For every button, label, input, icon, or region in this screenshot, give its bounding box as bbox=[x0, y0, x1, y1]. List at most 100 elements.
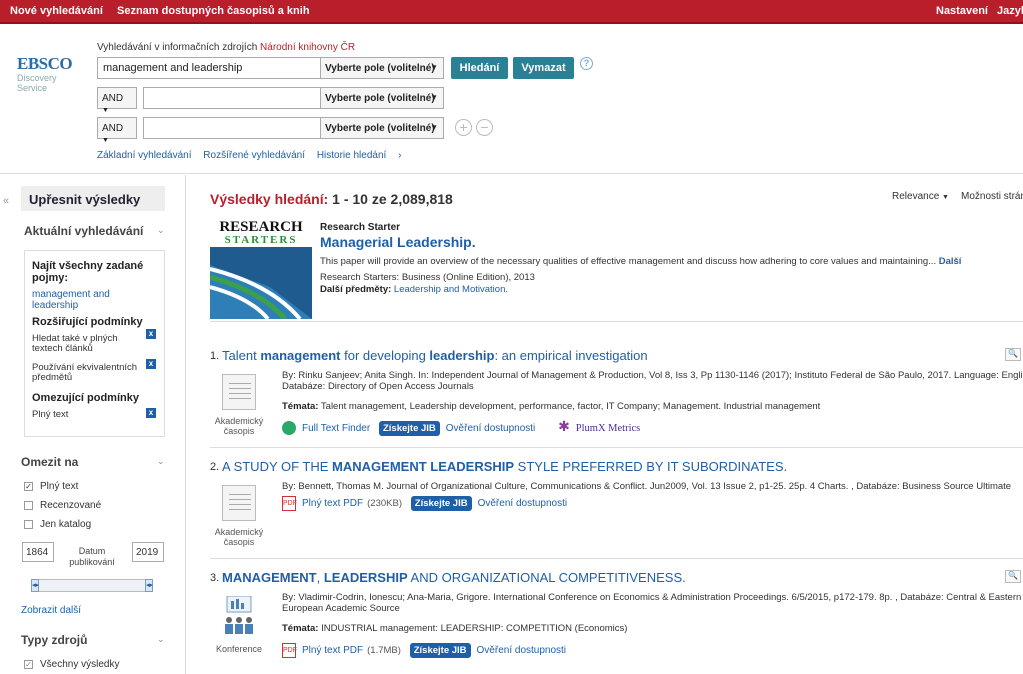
field-select-3[interactable]: Vyberte pole (volitelné) ▼ bbox=[320, 117, 444, 139]
result-title-link[interactable]: Talent management for developing leaders… bbox=[222, 348, 648, 363]
jib-button[interactable]: Získejte JIB bbox=[409, 643, 471, 659]
more-link[interactable]: Další bbox=[939, 256, 962, 267]
add-row-icon[interactable]: + bbox=[455, 119, 472, 136]
availability-link[interactable]: Ověření dostupnosti bbox=[446, 423, 536, 434]
sort-label: Relevance bbox=[892, 191, 940, 202]
jib-button[interactable]: Získejte JIB bbox=[378, 421, 440, 436]
chevron-down-icon[interactable]: ⌄ bbox=[157, 225, 165, 236]
jib-button[interactable]: Získejte JIB bbox=[410, 496, 472, 512]
show-more-link[interactable]: Zobrazit další bbox=[21, 605, 81, 616]
basic-search-link[interactable]: Základní vyhledávání bbox=[97, 150, 192, 161]
remove-expander-icon[interactable]: x bbox=[146, 329, 156, 339]
research-starter-title[interactable]: Managerial Leadership. bbox=[320, 234, 476, 250]
source-types-heading[interactable]: Typy zdrojů bbox=[21, 633, 87, 647]
result-title-link[interactable]: MANAGEMENT, LEADERSHIP AND ORGANIZATIONA… bbox=[222, 570, 686, 585]
subjects-label: Další předměty: bbox=[320, 284, 392, 295]
field-select-1[interactable]: Vyberte pole (volitelné) ▼ bbox=[320, 57, 444, 79]
ebsco-logo[interactable]: EBSCO Discovery Service bbox=[17, 54, 87, 93]
date-range-slider[interactable]: ◂▸ ◂▸ bbox=[31, 579, 153, 592]
fulltext-checkbox[interactable]: ✓ bbox=[24, 482, 33, 491]
title-part: Talent bbox=[222, 348, 261, 363]
sort-relevance-dropdown[interactable]: Relevance ▼ bbox=[892, 191, 949, 202]
result-title-link[interactable]: A STUDY OF THE MANAGEMENT LEADERSHIP STY… bbox=[222, 459, 787, 474]
slider-handle-left[interactable]: ◂▸ bbox=[31, 579, 39, 592]
preview-icon[interactable]: 🔍 bbox=[1005, 570, 1021, 583]
full-text-finder-link[interactable]: Full Text Finder bbox=[302, 423, 370, 434]
research-starters-image[interactable]: RESEARCH STARTERS bbox=[210, 217, 312, 319]
citation-line: By: Rinku Sanjeev; Anita Singh. In: Inde… bbox=[282, 370, 1023, 381]
caret-down-icon: ▼ bbox=[102, 137, 109, 144]
search-term-link[interactable]: management and leadership bbox=[32, 289, 157, 311]
journals-list-link[interactable]: Seznam dostupných časopisů a knih bbox=[117, 5, 310, 17]
boolean-select-3[interactable]: AND ▼ bbox=[97, 117, 137, 144]
search-panel: EBSCO Discovery Service Vyhledávání v in… bbox=[0, 26, 1023, 174]
advanced-search-link[interactable]: Rozšířené vyhledávání bbox=[203, 150, 305, 161]
source-prefix: Vyhledávání v informačních zdrojích bbox=[97, 42, 258, 53]
search-history-link[interactable]: Historie hledání › bbox=[317, 150, 402, 161]
plumx-metrics-link[interactable]: PlumX Metrics bbox=[576, 423, 640, 434]
search-button[interactable]: Hledání bbox=[451, 57, 508, 79]
settings-link[interactable]: Nastavení bbox=[936, 5, 988, 17]
result-subjects: Témata: INDUSTRIAL management: LEADERSHI… bbox=[282, 623, 627, 634]
page-options-dropdown[interactable]: Možnosti strán bbox=[961, 191, 1023, 202]
boolean-label: AND bbox=[102, 93, 124, 104]
title-part: MANAGEMENT bbox=[222, 570, 317, 585]
result-actions: PDF Plný text PDF (230KB) Získejte JIB Ověř… bbox=[282, 496, 573, 512]
field-select-2[interactable]: Vyberte pole (volitelné) ▼ bbox=[320, 87, 444, 109]
file-size: (1.7MB) bbox=[367, 645, 401, 657]
new-search-link[interactable]: Nové vyhledávání bbox=[10, 5, 103, 17]
research-starter-label: Research Starter bbox=[320, 222, 401, 233]
search-input-1[interactable]: management and leadership bbox=[97, 57, 321, 79]
academic-journal-icon: Akademický časopis bbox=[210, 485, 268, 547]
year-to-input[interactable]: 2019 bbox=[132, 542, 164, 562]
help-icon[interactable]: ? bbox=[580, 57, 593, 70]
research-starter: RESEARCH STARTERS Research Starter Manag… bbox=[210, 215, 1023, 322]
current-search-heading[interactable]: Aktuální vyhledávání bbox=[24, 224, 143, 238]
all-results-checkbox[interactable]: ✓ bbox=[24, 660, 33, 669]
pdf-fulltext-link[interactable]: Plný text PDF bbox=[302, 498, 363, 509]
remove-expander-icon[interactable]: x bbox=[146, 359, 156, 369]
language-link[interactable]: Jazyk bbox=[997, 5, 1023, 17]
availability-link[interactable]: Ověření dostupnosti bbox=[478, 498, 568, 509]
subjects-text[interactable]: INDUSTRIAL management: LEADERSHIP: COMPE… bbox=[321, 623, 627, 634]
availability-link[interactable]: Ověření dostupnosti bbox=[477, 645, 567, 656]
pdf-fulltext-link[interactable]: Plný text PDF bbox=[302, 645, 363, 656]
current-search-box: Najít všechny zadané pojmy: management a… bbox=[24, 250, 165, 437]
result-item: 3. MANAGEMENT, LEADERSHIP AND ORGANIZATI… bbox=[210, 570, 1023, 674]
limit-to-heading[interactable]: Omezit na bbox=[21, 455, 78, 469]
peer-reviewed-label: Recenzované bbox=[40, 500, 102, 511]
search-input-3[interactable] bbox=[143, 117, 321, 139]
subjects-text[interactable]: Talent management, Leadership developmen… bbox=[321, 401, 820, 412]
caret-down-icon: ▼ bbox=[430, 63, 438, 72]
starter-img-line1: RESEARCH bbox=[219, 219, 303, 235]
title-part: , bbox=[316, 570, 324, 585]
chevron-down-icon[interactable]: ⌄ bbox=[157, 456, 165, 467]
field-select-label: Vyberte pole (volitelné) bbox=[325, 93, 435, 104]
caret-down-icon: ▼ bbox=[430, 93, 438, 102]
preview-icon[interactable]: 🔍 bbox=[1005, 348, 1021, 361]
peer-reviewed-checkbox[interactable] bbox=[24, 501, 33, 510]
search-history-label: Historie hledání bbox=[316, 150, 387, 161]
collapse-sidebar-icon[interactable]: « bbox=[3, 195, 9, 207]
limiter-fulltext: Plný text bbox=[32, 409, 69, 420]
logo-subtext: Discovery Service bbox=[17, 73, 57, 93]
citation-line: Databáze: Directory of Open Access Journ… bbox=[282, 381, 474, 392]
year-from-input[interactable]: 1864 bbox=[22, 542, 54, 562]
result-citation: By: Rinku Sanjeev; Anita Singh. In: Inde… bbox=[282, 370, 1023, 392]
starter-desc-text: This paper will provide an overview of t… bbox=[320, 256, 937, 267]
catalog-only-checkbox[interactable] bbox=[24, 520, 33, 529]
title-part: AND ORGANIZATIONAL COMPETITIVENESS. bbox=[407, 570, 686, 585]
title-part: A STUDY OF THE bbox=[222, 459, 333, 474]
search-input-2[interactable] bbox=[143, 87, 321, 109]
title-part: STYLE PREFERRED BY IT SUBORDINATES. bbox=[514, 459, 788, 474]
subjects-link[interactable]: Leadership and Motivation. bbox=[394, 284, 508, 295]
boolean-select-2[interactable]: AND ▼ bbox=[97, 87, 137, 114]
research-starter-subjects: Další předměty: Leadership and Motivatio… bbox=[320, 284, 508, 295]
title-part: leadership bbox=[429, 348, 495, 363]
result-number: 3. bbox=[210, 572, 220, 584]
remove-limiter-icon[interactable]: x bbox=[146, 408, 156, 418]
clear-button[interactable]: Vymazat bbox=[513, 57, 574, 79]
remove-row-icon[interactable]: − bbox=[476, 119, 493, 136]
slider-handle-right[interactable]: ◂▸ bbox=[145, 579, 153, 592]
chevron-down-icon[interactable]: ⌄ bbox=[157, 634, 165, 645]
